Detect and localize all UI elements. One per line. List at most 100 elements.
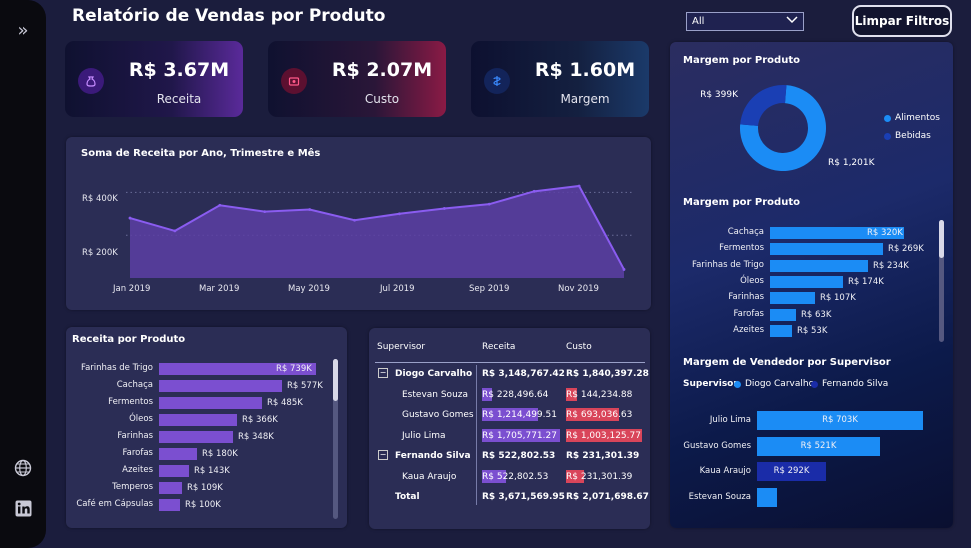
kpi-card-custo: R$ 2.07M Custo bbox=[268, 41, 446, 117]
bar-value-label: R$ 366K bbox=[242, 415, 278, 425]
matrix-header-divider bbox=[375, 362, 645, 363]
bar-receita[interactable] bbox=[159, 465, 189, 477]
area-point-dec-2019[interactable] bbox=[622, 268, 626, 271]
legend-item-bebidas[interactable]: Bebidas bbox=[884, 131, 931, 141]
area-point-jul-2019[interactable] bbox=[398, 212, 401, 216]
area-point-mar-2019[interactable] bbox=[218, 203, 222, 207]
area-point-oct-2019[interactable] bbox=[532, 189, 536, 193]
matrix-header-custo[interactable]: Custo bbox=[566, 342, 592, 352]
bar-category-label: Fermentos bbox=[719, 243, 764, 254]
bar-margem[interactable] bbox=[770, 275, 843, 288]
filter-dropdown[interactable]: All bbox=[686, 12, 804, 31]
area-point-jun-2019[interactable] bbox=[353, 218, 356, 222]
area-point-may-2019[interactable] bbox=[308, 208, 312, 211]
bar-value-label: R$ 521K bbox=[800, 440, 837, 451]
bar-margem[interactable] bbox=[770, 259, 868, 272]
bar-category-label: Kaua Araujo bbox=[699, 466, 751, 476]
bar-category-label: Estevan Souza bbox=[688, 491, 751, 502]
legend-label: Bebidas bbox=[895, 131, 931, 141]
bar-receita[interactable] bbox=[159, 380, 282, 392]
bar-vendedor[interactable] bbox=[757, 487, 777, 507]
legend-item-diogo[interactable]: Diogo Carvalho bbox=[734, 379, 814, 389]
right-panel: Margem por Produto R$ 1,201K R$ 399K Alim… bbox=[670, 42, 953, 528]
globe-icon[interactable] bbox=[12, 457, 34, 479]
bar-receita[interactable] bbox=[159, 499, 180, 511]
matrix-cell-receita: R$ 522,802.53 bbox=[482, 451, 556, 461]
bar-category-label: Farinhas bbox=[117, 431, 153, 441]
bar-category-label: Farofas bbox=[122, 448, 153, 458]
supervisor-legend-title: Supervisor bbox=[683, 379, 738, 389]
money-bag-icon bbox=[78, 68, 104, 94]
legend-dot bbox=[884, 132, 891, 140]
matrix-cell-receita: R$ 522,802.53 bbox=[482, 471, 549, 482]
x-tick: Jul 2019 bbox=[380, 284, 415, 294]
collapse-row-icon[interactable]: − bbox=[378, 368, 388, 378]
bar-receita[interactable] bbox=[159, 448, 197, 460]
kpi-value: R$ 2.07M bbox=[331, 59, 433, 81]
bar-category-label: Óleos bbox=[129, 414, 153, 424]
legend-item-fernando[interactable]: Fernando Silva bbox=[811, 379, 888, 389]
bar-category-label: Farinhas de Trigo bbox=[80, 363, 153, 373]
chevrons-right-icon[interactable]: » bbox=[12, 19, 34, 41]
area-point-nov-2019[interactable] bbox=[577, 184, 581, 188]
bar-value-label: R$ 348K bbox=[238, 432, 274, 442]
bar-value-label: R$ 234K bbox=[873, 260, 909, 271]
bar-receita[interactable] bbox=[159, 482, 182, 494]
matrix-cell-custo: R$ 144,234.88 bbox=[566, 389, 633, 400]
kpi-label: Custo bbox=[364, 92, 400, 106]
bar-value-label: R$ 703K bbox=[822, 415, 858, 425]
matrix-cell-receita: R$ 1,705,771.27 bbox=[482, 430, 557, 441]
bar-category-label: Azeites bbox=[733, 324, 764, 335]
scrollbar-thumb[interactable] bbox=[333, 359, 338, 401]
legend-dot bbox=[734, 380, 741, 388]
matrix-cell-custo: R$ 231,301.39 bbox=[566, 471, 633, 482]
legend-item-alimentos[interactable]: Alimentos bbox=[884, 113, 940, 123]
bar-value-label: R$ 100K bbox=[185, 500, 221, 510]
bar-category-label: Azeites bbox=[122, 465, 153, 475]
bar-category-label: Óleos bbox=[740, 275, 764, 286]
donut-title: Margem por Produto bbox=[683, 55, 800, 66]
bar-value-label: R$ 143K bbox=[194, 466, 230, 476]
linkedin-icon[interactable] bbox=[12, 497, 34, 519]
area-point-aug-2019[interactable] bbox=[442, 207, 446, 210]
bar-margem[interactable] bbox=[770, 324, 792, 337]
bar-category-label: Gustavo Gomes bbox=[683, 440, 751, 451]
bar-receita[interactable] bbox=[159, 397, 262, 409]
area-point-jan-2019[interactable] bbox=[128, 216, 132, 220]
page-title: Relatório de Vendas por Produto bbox=[72, 6, 386, 26]
scrollbar-thumb[interactable] bbox=[939, 220, 944, 258]
matrix-row-name: Gustavo Gomes bbox=[402, 410, 474, 420]
margin-icon bbox=[484, 68, 510, 94]
area-point-apr-2019[interactable] bbox=[263, 210, 267, 214]
clear-filters-button[interactable]: Limpar Filtros bbox=[852, 5, 952, 37]
matrix-header-supervisor[interactable]: Supervisor bbox=[377, 342, 425, 352]
donut-slice-bebidas[interactable] bbox=[740, 85, 787, 126]
matrix-row-name: Fernando Silva bbox=[395, 451, 471, 461]
bar-receita[interactable] bbox=[159, 431, 233, 443]
bar-margem[interactable] bbox=[770, 308, 796, 321]
bar-category-label: Farinhas bbox=[728, 292, 764, 303]
bar-value-label: R$ 180K bbox=[202, 449, 238, 459]
bar-receita[interactable] bbox=[159, 414, 237, 426]
collapse-row-icon[interactable]: − bbox=[378, 450, 388, 460]
matrix-cell-receita: R$ 228,496.64 bbox=[482, 389, 549, 400]
kpi-card-receita: R$ 3.67M Receita bbox=[65, 41, 243, 117]
bar-value-label: R$ 174K bbox=[848, 276, 884, 287]
matrix-header-receita[interactable]: Receita bbox=[482, 342, 515, 352]
legend-label: Diogo Carvalho bbox=[745, 379, 815, 389]
area-point-feb-2019[interactable] bbox=[173, 229, 177, 233]
bar-category-label: Temperos bbox=[112, 482, 153, 492]
donut-data-label: R$ 1,201K bbox=[828, 158, 876, 168]
bar-margem[interactable] bbox=[770, 292, 815, 305]
bar-category-label: Cachaça bbox=[116, 380, 153, 390]
bar-margem[interactable] bbox=[770, 243, 883, 256]
matrix-row-name: Diogo Carvalho bbox=[395, 369, 473, 379]
kpi-label: Margem bbox=[560, 92, 610, 106]
area-point-sep-2019[interactable] bbox=[487, 202, 491, 206]
supervisor-chart-title: Margem de Vendedor por Supervisor bbox=[683, 357, 891, 368]
receita-por-produto-panel: Receita por Produto Farinhas de Trigo R$ … bbox=[66, 327, 347, 528]
bar-category-label: Cachaça bbox=[727, 227, 764, 237]
matrix-column-divider bbox=[476, 365, 477, 505]
x-tick: May 2019 bbox=[288, 284, 330, 294]
legend-dot bbox=[811, 380, 818, 388]
